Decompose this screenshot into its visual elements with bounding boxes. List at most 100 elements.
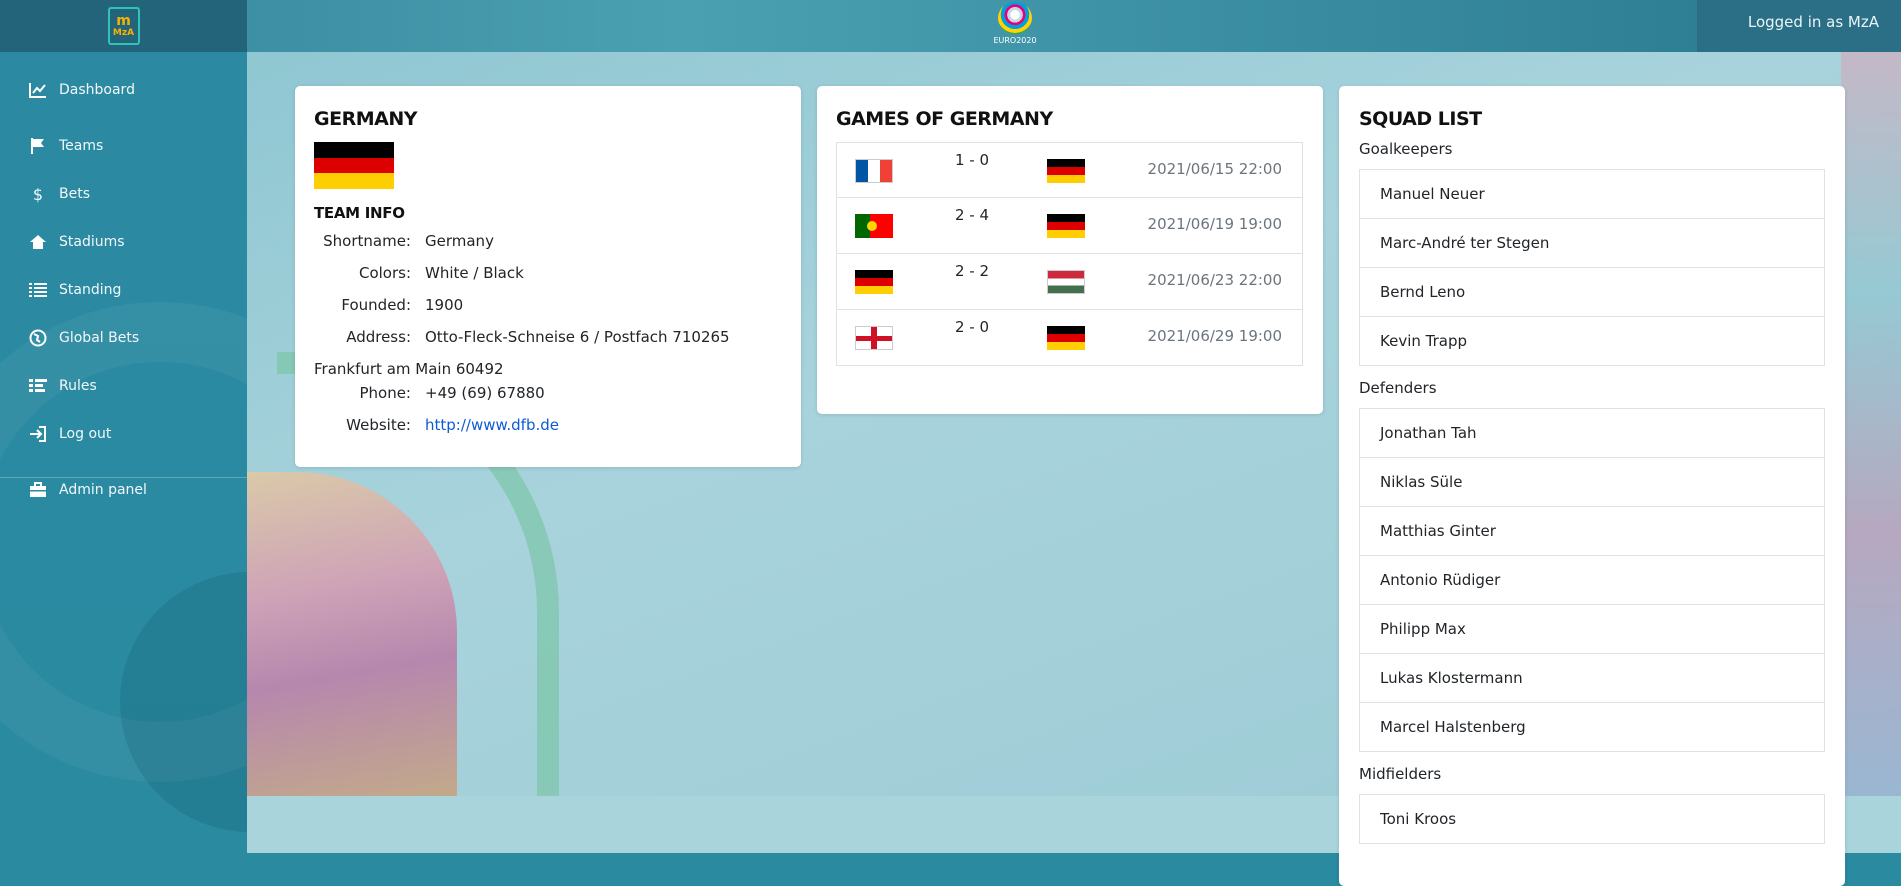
- sidebar-item-label: Rules: [59, 378, 97, 394]
- player-item[interactable]: Manuel Neuer: [1359, 169, 1825, 219]
- brand-logo[interactable]: m MzA: [0, 0, 247, 52]
- phone-row: Phone: +49 (69) 67880: [295, 384, 801, 402]
- shortname-row: Shortname: Germany: [295, 232, 801, 250]
- sidebar-item-dashboard[interactable]: Dashboard: [0, 72, 247, 108]
- logged-in-status[interactable]: Logged in as MzA: [1748, 13, 1879, 31]
- address-row: Address: Otto-Fleck-Schneise 6 / Postfac…: [295, 328, 801, 346]
- sidebar-item-bets[interactable]: $ Bets: [0, 176, 247, 212]
- flag-germany-icon: [1047, 159, 1085, 183]
- euro-logo-text: EURO2020: [993, 36, 1037, 45]
- sidebar: Dashboard Teams $ Bets Stadiums Standing…: [0, 52, 400, 853]
- sidebar-item-label: Stadiums: [59, 234, 125, 250]
- header-banner: [247, 0, 1697, 52]
- player-item[interactable]: Bernd Leno: [1359, 267, 1825, 317]
- shortname-value: Germany: [425, 232, 494, 250]
- home-icon: [27, 234, 49, 250]
- sidebar-item-stadiums[interactable]: Stadiums: [0, 224, 247, 260]
- top-bar: m MzA EURO2020 Logged in as MzA: [0, 0, 1901, 52]
- website-row: Website: http://www.dfb.de: [295, 416, 801, 434]
- colors-label: Colors:: [358, 264, 411, 282]
- team-title: GERMANY: [314, 108, 417, 130]
- list-icon: [27, 282, 49, 298]
- sidebar-item-label: Global Bets: [59, 330, 140, 346]
- game-row[interactable]: 2 - 2 2021/06/23 22:00: [836, 254, 1303, 310]
- background-right-decoration: [1841, 52, 1901, 853]
- founded-label: Founded:: [341, 296, 411, 314]
- midfielders-heading: Midfielders: [1359, 765, 1442, 783]
- address-label: Address:: [346, 328, 411, 346]
- colors-value: White / Black: [425, 264, 524, 282]
- list-ordered-icon: [27, 378, 49, 394]
- game-date: 2021/06/15 22:00: [1147, 160, 1282, 178]
- founded-value: 1900: [425, 296, 464, 314]
- game-date: 2021/06/23 22:00: [1147, 271, 1282, 289]
- flag-hungary-icon: [1047, 270, 1085, 294]
- sidebar-item-global-bets[interactable]: Global Bets: [0, 320, 247, 356]
- website-value: http://www.dfb.de: [425, 416, 559, 434]
- game-date: 2021/06/19 19:00: [1147, 215, 1282, 233]
- player-item[interactable]: Marcel Halstenberg: [1359, 702, 1825, 752]
- euro2020-logo: EURO2020: [993, 2, 1037, 50]
- flag-germany-icon: [1047, 326, 1085, 350]
- player-item[interactable]: Marc-André ter Stegen: [1359, 218, 1825, 268]
- founded-row: Founded: 1900: [295, 296, 801, 314]
- logout-icon: [27, 426, 49, 442]
- trophy-icon: [998, 2, 1032, 34]
- team-card: GERMANY TEAM INFO Shortname: Germany Col…: [295, 86, 801, 467]
- sidebar-item-label: Standing: [59, 282, 122, 298]
- game-row[interactable]: 1 - 0 2021/06/15 22:00: [836, 142, 1303, 198]
- sidebar-item-label: Log out: [59, 426, 112, 442]
- game-row[interactable]: 2 - 0 2021/06/29 19:00: [836, 310, 1303, 366]
- team-info-heading: TEAM INFO: [314, 204, 405, 222]
- shortname-label: Shortname:: [323, 232, 411, 250]
- chart-line-icon: [27, 82, 49, 98]
- address-value: Otto-Fleck-Schneise 6 / Postfach 710265: [425, 328, 730, 346]
- sidebar-item-admin-panel[interactable]: Admin panel: [0, 472, 247, 508]
- game-row[interactable]: 2 - 4 2021/06/19 19:00: [836, 198, 1303, 254]
- sidebar-item-standing[interactable]: Standing: [0, 272, 247, 308]
- game-score: 2 - 0: [955, 318, 990, 336]
- team-flag: [314, 142, 394, 189]
- sidebar-item-logout[interactable]: Log out: [0, 416, 247, 452]
- sidebar-item-teams[interactable]: Teams: [0, 128, 247, 164]
- player-item[interactable]: Kevin Trapp: [1359, 316, 1825, 366]
- colors-row: Colors: White / Black: [295, 264, 801, 282]
- logo-m-icon: m: [116, 13, 131, 29]
- games-card: GAMES OF GERMANY 1 - 0 2021/06/15 22:00 …: [817, 86, 1323, 414]
- sidebar-item-label: Bets: [59, 186, 91, 202]
- player-item[interactable]: Jonathan Tah: [1359, 408, 1825, 458]
- website-label: Website:: [346, 416, 411, 434]
- player-item[interactable]: Niklas Süle: [1359, 457, 1825, 507]
- website-link[interactable]: http://www.dfb.de: [425, 416, 559, 434]
- sidebar-item-rules[interactable]: Rules: [0, 368, 247, 404]
- player-item[interactable]: Antonio Rüdiger: [1359, 555, 1825, 605]
- sidebar-item-label: Admin panel: [59, 482, 147, 498]
- goalkeepers-heading: Goalkeepers: [1359, 140, 1453, 158]
- dollar-icon: $: [32, 184, 44, 204]
- squad-card: SQUAD LIST Goalkeepers Manuel Neuer Marc…: [1339, 86, 1845, 886]
- game-score: 2 - 4: [955, 206, 990, 224]
- flag-france-icon: [855, 159, 893, 183]
- briefcase-icon: [27, 482, 49, 498]
- squad-title: SQUAD LIST: [1359, 108, 1482, 130]
- game-score: 1 - 0: [955, 151, 990, 169]
- phone-label: Phone:: [359, 384, 411, 402]
- sidebar-item-label: Dashboard: [59, 82, 135, 98]
- player-item[interactable]: Toni Kroos: [1359, 794, 1825, 844]
- player-item[interactable]: Lukas Klostermann: [1359, 653, 1825, 703]
- game-score: 2 - 2: [955, 262, 990, 280]
- games-title: GAMES OF GERMANY: [836, 108, 1053, 130]
- player-item[interactable]: Matthias Ginter: [1359, 506, 1825, 556]
- logo-text: MzA: [112, 28, 135, 38]
- address-line-2: Frankfurt am Main 60492: [314, 360, 504, 378]
- player-item[interactable]: Philipp Max: [1359, 604, 1825, 654]
- sidebar-item-label: Teams: [59, 138, 104, 154]
- flag-germany-icon: [855, 270, 893, 294]
- flag-england-icon: [855, 326, 893, 350]
- defenders-heading: Defenders: [1359, 379, 1437, 397]
- flag-icon: [27, 137, 49, 155]
- phone-value: +49 (69) 67880: [425, 384, 545, 402]
- mza-logo: m MzA: [107, 7, 140, 45]
- flag-portugal-icon: [855, 214, 893, 238]
- globe-icon: [27, 329, 49, 347]
